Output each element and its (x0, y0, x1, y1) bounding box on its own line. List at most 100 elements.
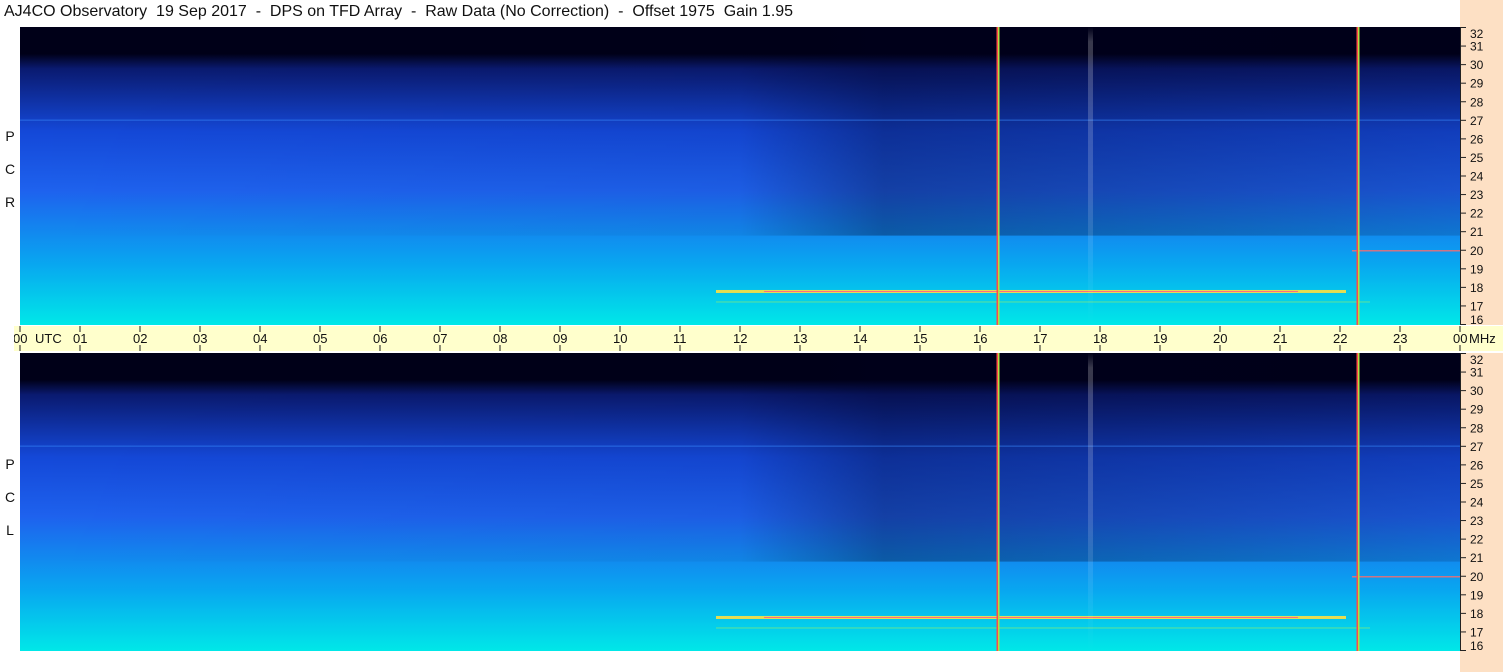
freq-tick-label: 17 (1470, 625, 1484, 639)
time-tick-label: 10 (613, 331, 627, 346)
interference-band (20, 119, 1460, 121)
freq-tick-label: 19 (1470, 588, 1484, 602)
vertical-feature (1088, 27, 1093, 325)
freq-tick-label: 20 (1470, 570, 1484, 584)
rcp-frequency-ticks: 3231302928272625242322212019181716 (1460, 27, 1484, 325)
time-tick-label: 23 (1393, 331, 1407, 346)
freq-tick-label: 23 (1470, 514, 1484, 528)
freq-tick-label: 18 (1470, 607, 1484, 621)
time-tick-label: 20 (1213, 331, 1227, 346)
time-tick-label: 04 (253, 331, 267, 346)
freq-tick-label: 30 (1470, 58, 1484, 72)
interference-band (716, 627, 1370, 629)
freq-tick-label: 31 (1470, 366, 1484, 380)
time-marker-line (1356, 353, 1358, 651)
utc-time-axis: 00 01 02 03 04 05 06 07 08 09 10 11 12 13 14 15 16 17 18 19… (14, 326, 1503, 351)
freq-tick-label: 28 (1470, 95, 1484, 109)
time-tick-label: 21 (1273, 331, 1287, 346)
freq-tick-label: 21 (1470, 551, 1484, 565)
utc-time-ticks: 00 01 02 03 04 05 06 07 08 09 10 11 12 13 14 15 16 17 18 19… (14, 326, 1496, 351)
freq-tick-label: 29 (1470, 77, 1484, 91)
interference-band (20, 445, 1460, 447)
freq-tick-label: 22 (1470, 533, 1484, 547)
interference-band-core (764, 290, 1298, 292)
time-marker-line (1358, 27, 1360, 325)
interference-band (1352, 250, 1460, 252)
time-tick-label: 01 (73, 331, 87, 346)
freq-tick-label: 26 (1470, 458, 1484, 472)
mhz-unit-label: MHz (1469, 331, 1496, 346)
freq-tick-label: 24 (1470, 170, 1484, 184)
freq-tick-label: 30 (1470, 384, 1484, 398)
rcp-frequency-axis: 32 31 30 29 28 27 26 25 24 23 22 21 20 19 18 17 16 (1460, 27, 1503, 325)
freq-tick-label: 20 (1470, 244, 1484, 258)
time-tick-label: 22 (1333, 331, 1347, 346)
time-tick-label: 07 (433, 331, 447, 346)
lcp-spectrogram (20, 353, 1460, 651)
freq-tick-label: 25 (1470, 151, 1484, 165)
time-marker-line (998, 27, 1000, 325)
lcp-frequency-axis: 32 31 30 29 28 27 26 25 24 23 22 21 20 19 18 17 16 (1460, 353, 1503, 651)
freq-tick-label: 16 (1470, 639, 1484, 651)
time-tick-label: 14 (853, 331, 867, 346)
time-tick-label: 11 (673, 331, 687, 346)
interference-band (1352, 576, 1460, 578)
freq-tick-label: 22 (1470, 207, 1484, 221)
lcp-polarization-label: P C L (3, 448, 17, 547)
time-marker-line (998, 353, 1000, 651)
pol-letter: C (4, 489, 16, 505)
time-tick-label: 00 (14, 331, 27, 346)
time-marker-line (996, 27, 998, 325)
lcp-spectrogram-panel (20, 353, 1460, 651)
freq-tick-label: 27 (1470, 440, 1484, 454)
pol-letter: R (4, 194, 16, 210)
freq-tick-label: 28 (1470, 421, 1484, 435)
freq-tick-label: 23 (1470, 188, 1484, 202)
freq-tick-label: 16 (1470, 313, 1484, 325)
lcp-frequency-ticks: 3231302928272625242322212019181716 (1460, 353, 1484, 651)
vertical-feature (1088, 353, 1093, 651)
time-tick-label: 12 (733, 331, 747, 346)
time-marker-line (1358, 353, 1360, 651)
rcp-spectrogram (20, 27, 1460, 325)
freq-tick-label: 29 (1470, 403, 1484, 417)
freq-tick-label: 25 (1470, 477, 1484, 491)
daytime-shading (20, 27, 1460, 236)
interference-band (716, 301, 1370, 303)
freq-tick-label: 26 (1470, 132, 1484, 146)
time-tick-label: 08 (493, 331, 507, 346)
pol-letter: L (6, 522, 14, 538)
time-tick-label: 17 (1033, 331, 1047, 346)
freq-tick-label: 19 (1470, 262, 1484, 276)
rcp-polarization-label: P C R (3, 120, 17, 219)
time-tick-label: 16 (973, 331, 987, 346)
axis-background-bottom (1460, 651, 1503, 672)
axis-background-top (1460, 0, 1503, 27)
time-tick-label: 03 (193, 331, 207, 346)
time-tick-label: 02 (133, 331, 147, 346)
utc-unit-label: UTC (35, 331, 62, 346)
freq-tick-label: 24 (1470, 496, 1484, 510)
page-title: AJ4CO Observatory 19 Sep 2017 - DPS on T… (4, 3, 794, 20)
freq-tick-label: 17 (1470, 299, 1484, 313)
time-tick-label: 00 (1453, 331, 1467, 346)
rcp-spectrogram-panel (20, 27, 1460, 325)
time-tick-label: 13 (793, 331, 807, 346)
time-tick-label: 18 (1093, 331, 1107, 346)
time-marker-line (996, 353, 998, 651)
freq-tick-label: 31 (1470, 40, 1484, 54)
time-tick-label: 09 (553, 331, 567, 346)
time-tick-label: 05 (313, 331, 327, 346)
time-marker-line (1356, 27, 1358, 325)
freq-tick-label: 21 (1470, 225, 1484, 239)
bottom-margin (0, 651, 1460, 672)
interference-band-core (764, 616, 1298, 618)
time-tick-label: 15 (913, 331, 927, 346)
pol-letter: C (4, 161, 16, 177)
daytime-shading (20, 353, 1460, 562)
time-tick-label: 06 (373, 331, 387, 346)
time-tick-label: 19 (1153, 331, 1167, 346)
pol-letter: P (5, 128, 15, 144)
freq-tick-label: 18 (1470, 281, 1484, 295)
freq-tick-label: 27 (1470, 114, 1484, 128)
